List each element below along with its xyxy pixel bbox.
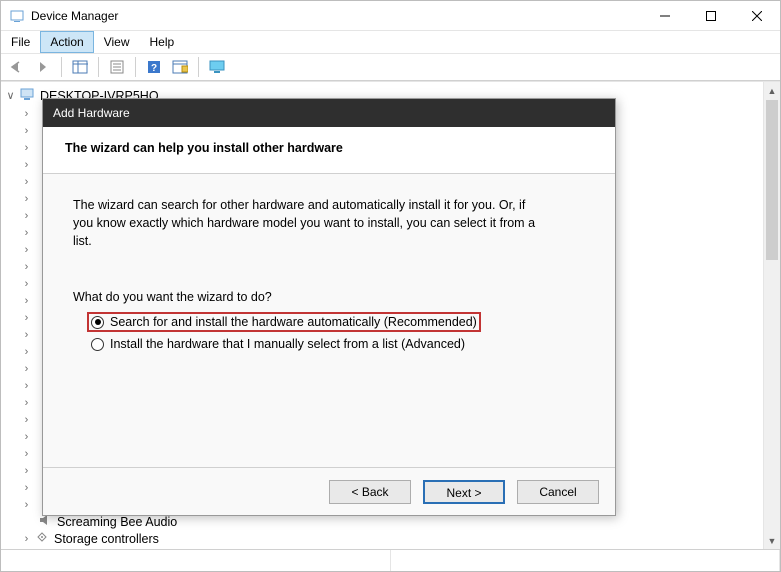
dialog-heading: The wizard can help you install other ha…	[65, 141, 593, 155]
forward-icon[interactable]	[31, 56, 55, 78]
back-icon[interactable]	[5, 56, 29, 78]
close-button[interactable]	[734, 1, 780, 31]
storage-icon	[36, 531, 50, 546]
back-button[interactable]: < Back	[329, 480, 411, 504]
expand-icon[interactable]: ›	[21, 397, 32, 409]
statusbar	[1, 549, 780, 571]
menu-action[interactable]: Action	[40, 31, 93, 53]
titlebar: Device Manager	[1, 1, 780, 31]
menu-file[interactable]: File	[1, 31, 40, 53]
minimize-button[interactable]	[642, 1, 688, 31]
properties-icon[interactable]	[105, 56, 129, 78]
option-label: Install the hardware that I manually sel…	[110, 337, 465, 351]
expand-icon[interactable]: ›	[21, 431, 32, 443]
expand-icon[interactable]: ›	[21, 295, 32, 307]
menu-help[interactable]: Help	[140, 31, 185, 53]
svg-text:?: ?	[151, 63, 157, 74]
expand-icon[interactable]: ›	[21, 448, 32, 460]
option-label: Search for and install the hardware auto…	[110, 315, 477, 329]
expand-icon[interactable]: ›	[21, 414, 32, 426]
scroll-thumb[interactable]	[766, 100, 778, 260]
menu-view[interactable]: View	[94, 31, 140, 53]
monitor-icon[interactable]	[205, 56, 229, 78]
expand-icon[interactable]: ›	[21, 482, 32, 494]
expand-icon[interactable]: ›	[21, 312, 32, 324]
scan-hardware-icon[interactable]	[168, 56, 192, 78]
expand-icon[interactable]: ›	[21, 193, 32, 205]
dialog-options: Search for and install the hardware auto…	[73, 312, 585, 354]
vertical-scrollbar[interactable]: ▲ ▼	[763, 82, 780, 549]
tree-node-storage[interactable]: › Storage controllers	[21, 530, 762, 547]
dialog-title: Add Hardware	[43, 99, 615, 127]
dialog-body: The wizard can search for other hardware…	[43, 174, 615, 467]
expand-icon[interactable]: ›	[21, 142, 32, 154]
scroll-up-icon[interactable]: ▲	[764, 82, 780, 99]
show-hide-tree-icon[interactable]	[68, 56, 92, 78]
collapse-icon[interactable]: ∨	[5, 89, 16, 102]
toolbar: ?	[1, 53, 780, 81]
dialog-prompt: What do you want the wizard to do?	[73, 290, 585, 304]
window-title: Device Manager	[31, 9, 118, 23]
scroll-down-icon[interactable]: ▼	[764, 532, 780, 549]
audio-icon	[39, 514, 53, 529]
dialog-buttons: < Back Next > Cancel	[43, 467, 615, 515]
option-manual-select[interactable]: Install the hardware that I manually sel…	[87, 334, 469, 354]
radio-selected-icon[interactable]	[91, 316, 104, 329]
option-auto-search[interactable]: Search for and install the hardware auto…	[87, 312, 481, 332]
computer-icon	[20, 87, 36, 104]
expand-icon[interactable]: ›	[21, 380, 32, 392]
expand-icon[interactable]: ›	[21, 261, 32, 273]
dialog-description: The wizard can search for other hardware…	[73, 196, 543, 250]
expand-icon[interactable]: ›	[21, 125, 32, 137]
expand-icon[interactable]: ›	[21, 533, 32, 545]
expand-icon[interactable]: ›	[21, 108, 32, 120]
expand-icon[interactable]: ›	[21, 499, 32, 511]
expand-icon[interactable]: ›	[21, 278, 32, 290]
expand-icon[interactable]: ›	[21, 176, 32, 188]
add-hardware-wizard: Add Hardware The wizard can help you ins…	[42, 98, 616, 516]
expand-icon[interactable]: ›	[21, 363, 32, 375]
next-button[interactable]: Next >	[423, 480, 505, 504]
tree-node-label: Screaming Bee Audio	[57, 515, 177, 529]
menubar: File Action View Help	[1, 31, 780, 53]
expand-icon[interactable]: ›	[21, 244, 32, 256]
expand-icon[interactable]: ›	[21, 210, 32, 222]
help-icon[interactable]: ?	[142, 56, 166, 78]
expand-icon[interactable]: ›	[21, 159, 32, 171]
expand-icon[interactable]: ›	[21, 329, 32, 341]
cancel-button[interactable]: Cancel	[517, 480, 599, 504]
expand-icon[interactable]: ›	[21, 346, 32, 358]
expand-icon[interactable]: ›	[21, 465, 32, 477]
app-icon	[9, 8, 25, 24]
radio-unselected-icon[interactable]	[91, 338, 104, 351]
dialog-header: The wizard can help you install other ha…	[43, 127, 615, 174]
expand-icon[interactable]: ›	[21, 227, 32, 239]
maximize-button[interactable]	[688, 1, 734, 31]
tree-node-label: Storage controllers	[54, 532, 159, 546]
